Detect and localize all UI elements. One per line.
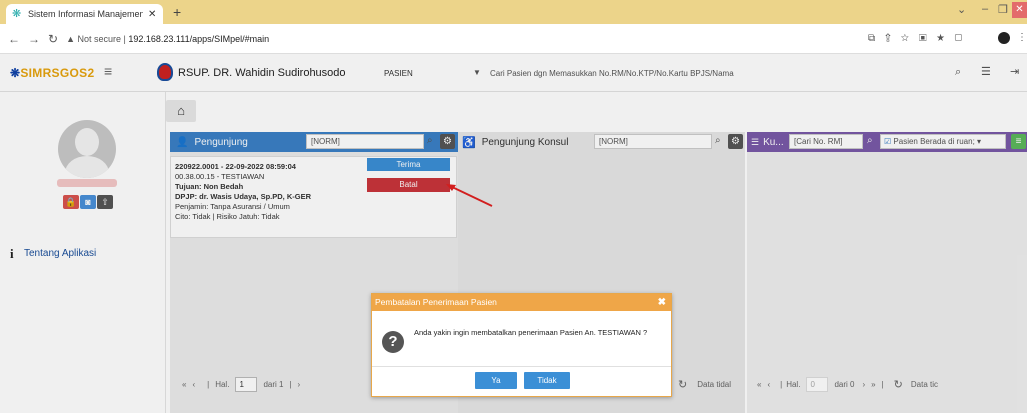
address-bar: ← → ↻ ▲ Not secure | 192.168.23.111/apps… [0,24,1027,54]
browser-tab[interactable]: ❋ Sistem Informasi Manajemen Pe ✕ [6,4,163,24]
warning-icon: ▲ [66,33,75,44]
browser-menu-icon[interactable]: ⋮ [1017,32,1027,43]
confirm-dialog: Pembatalan Penerimaan Pasien ✖ ? Anda ya… [371,293,672,397]
no-button[interactable]: Tidak [524,372,570,389]
new-tab-icon[interactable]: + [173,4,181,20]
reload-icon[interactable]: ↻ [48,32,58,46]
site-favicon-icon: ❋ [12,7,22,20]
browser-toolbar-icons[interactable]: ⧉⇪☆▣★▢ [868,33,972,44]
dialog-message: Anda yakin ingin membatalkan penerimaan … [414,328,648,337]
dialog-title: Pembatalan Penerimaan Pasien [372,294,671,311]
close-tab-icon[interactable]: ✕ [148,9,156,20]
forward-icon[interactable]: → [28,32,40,46]
tab-search-icon[interactable]: ⌄ [957,3,966,16]
back-icon[interactable]: ← [8,32,20,46]
tab-title: Sistem Informasi Manajemen Pe [28,9,143,19]
browser-tab-bar: ❋ Sistem Informasi Manajemen Pe ✕ + ⌄ – … [0,0,1027,24]
profile-avatar[interactable] [998,32,1010,44]
close-icon[interactable]: ✖ [658,294,666,311]
dialog-divider [372,366,671,367]
security-label: Not secure [77,33,122,44]
question-icon: ? [382,331,404,353]
url-text: 192.168.23.111/apps/SIMpel/#main [128,33,270,44]
minimize-icon[interactable]: – [982,3,988,15]
yes-button[interactable]: Ya [475,372,517,389]
window-close-icon[interactable]: ✕ [1012,2,1027,18]
maximize-icon[interactable]: ❐ [998,3,1008,16]
url-field[interactable]: ▲ Not secure | 192.168.23.111/apps/SIMpe… [66,34,269,44]
